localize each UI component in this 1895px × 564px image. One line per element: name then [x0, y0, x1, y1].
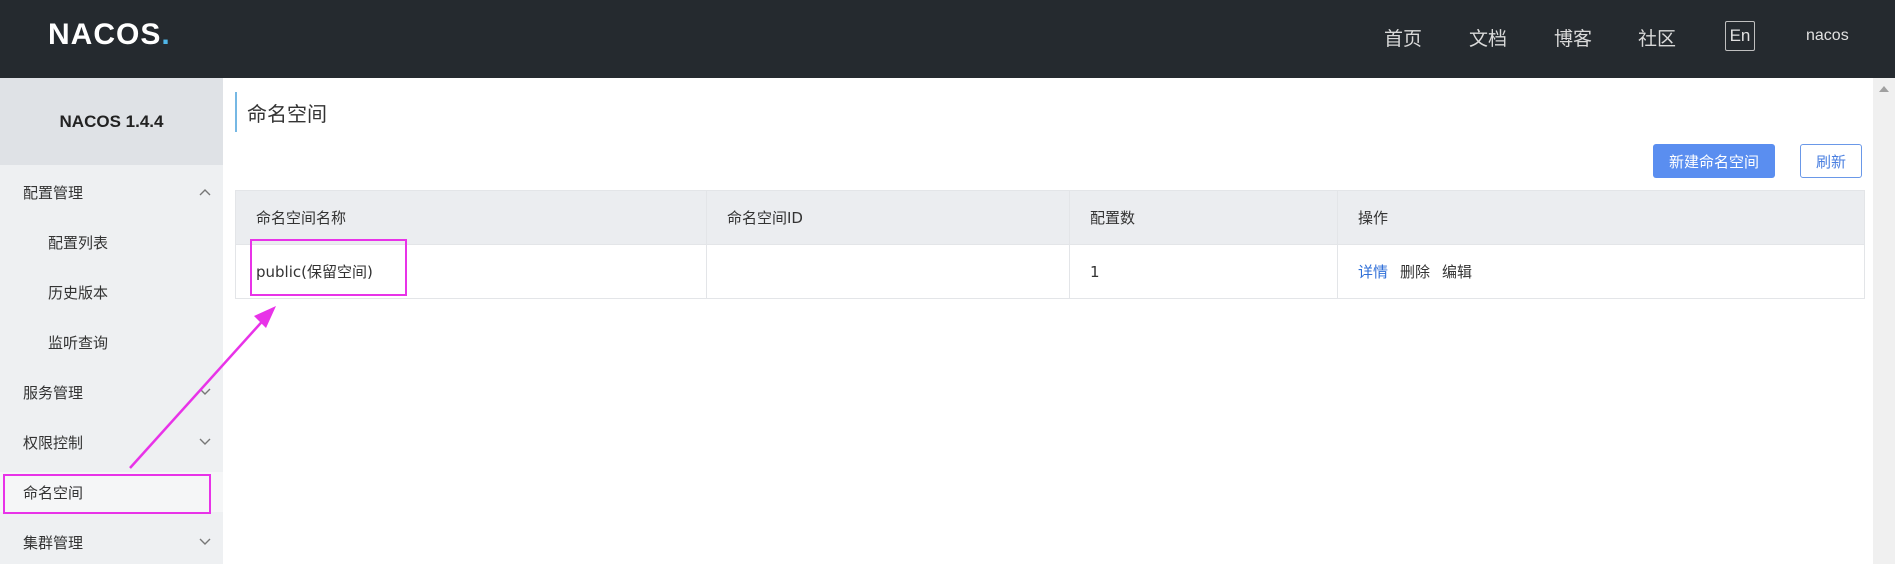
nav-blog[interactable]: 博客: [1554, 24, 1592, 51]
sidebar-item-service-management[interactable]: 服务管理: [0, 372, 223, 412]
vertical-scrollbar[interactable]: [1873, 78, 1895, 564]
column-header-count: 配置数: [1069, 191, 1337, 244]
refresh-button[interactable]: 刷新: [1800, 144, 1862, 178]
logo-dot: .: [161, 18, 171, 51]
language-toggle-button[interactable]: En: [1725, 21, 1755, 51]
nav-community[interactable]: 社区: [1638, 24, 1676, 51]
nav-home[interactable]: 首页: [1384, 24, 1422, 51]
sidebar-item-label: 权限控制: [23, 433, 84, 452]
nacos-logo[interactable]: NACOS.: [48, 18, 171, 52]
table-header: 命名空间名称 命名空间ID 配置数 操作: [236, 191, 1864, 244]
nav-docs[interactable]: 文档: [1469, 24, 1507, 51]
column-header-name: 命名空间名称: [256, 209, 347, 227]
column-header-id: 命名空间ID: [706, 191, 1069, 244]
annotation-highlight-sidebar: [3, 474, 211, 514]
username[interactable]: nacos: [1806, 27, 1849, 45]
namespace-table: 命名空间名称 命名空间ID 配置数 操作 public(保留空间) 1 详情 删…: [235, 190, 1865, 299]
namespace-id-cell: [706, 245, 1069, 298]
scroll-up-arrow-icon[interactable]: [1879, 86, 1889, 92]
annotation-highlight-public: [250, 239, 407, 296]
sidebar-item-config-management[interactable]: 配置管理: [0, 172, 223, 212]
sidebar-item-history[interactable]: 历史版本: [0, 272, 223, 312]
column-header-actions: 操作: [1337, 191, 1864, 244]
sidebar-title: NACOS 1.4.4: [0, 78, 223, 165]
sidebar-item-label: 配置列表: [48, 233, 109, 252]
edit-link[interactable]: 编辑: [1442, 261, 1472, 282]
sidebar-item-access-control[interactable]: 权限控制: [0, 422, 223, 462]
sidebar-item-label: 配置管理: [23, 183, 84, 202]
chevron-down-icon: [198, 385, 212, 399]
chevron-down-icon: [198, 535, 212, 549]
details-link[interactable]: 详情: [1358, 261, 1388, 282]
sidebar-item-label: 监听查询: [48, 333, 109, 352]
table-row: public(保留空间) 1 详情 删除 编辑: [236, 244, 1864, 298]
main-content: 命名空间 新建命名空间 刷新 命名空间名称 命名空间ID 配置数 操作 publ…: [223, 78, 1873, 564]
sidebar-item-config-list[interactable]: 配置列表: [0, 222, 223, 262]
sidebar-item-cluster-management[interactable]: 集群管理: [0, 522, 223, 562]
sidebar-item-label: 历史版本: [48, 283, 109, 302]
actions-cell: 详情 删除 编辑: [1337, 245, 1864, 298]
top-header: NACOS. 首页 文档 博客 社区 En nacos: [0, 0, 1895, 78]
delete-link[interactable]: 删除: [1400, 261, 1430, 282]
logo-text: NACOS: [48, 18, 162, 51]
config-count-cell: 1: [1069, 245, 1337, 298]
sidebar-item-label: 集群管理: [23, 533, 84, 552]
chevron-up-icon: [198, 185, 212, 199]
chevron-down-icon: [198, 435, 212, 449]
sidebar-item-label: 服务管理: [23, 383, 84, 402]
sidebar-item-listener-query[interactable]: 监听查询: [0, 322, 223, 362]
page-title: 命名空间: [235, 92, 327, 132]
new-namespace-button[interactable]: 新建命名空间: [1653, 144, 1775, 178]
